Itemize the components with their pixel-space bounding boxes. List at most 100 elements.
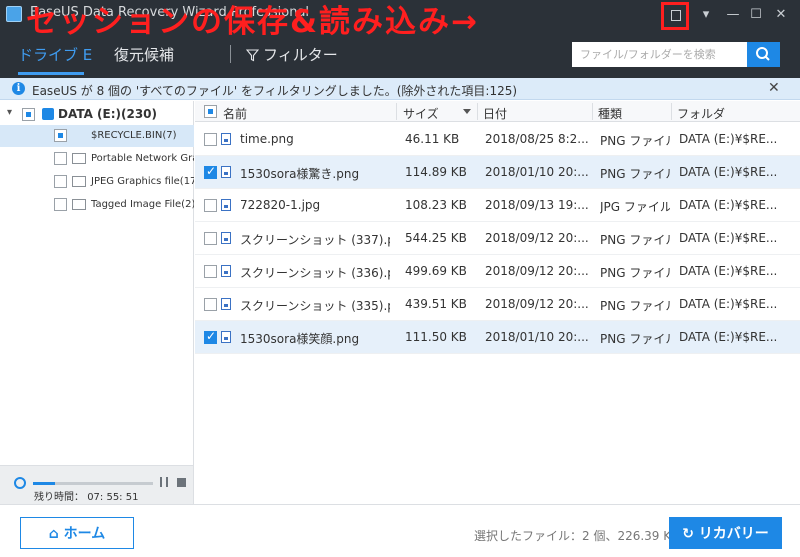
stop-icon[interactable] <box>177 478 186 487</box>
table-row[interactable]: 722820-1.jpg 108.23 KB 2018/09/13 19:... JP… <box>195 189 800 222</box>
tree-item-label: $RECYCLE.BIN(7) <box>91 130 177 141</box>
tree-item-label: Tagged Image File(2) <box>91 199 194 210</box>
row-checkbox[interactable] <box>204 133 217 146</box>
filter-button[interactable]: フィルター <box>245 44 338 65</box>
image-file-icon <box>221 265 231 277</box>
file-name: 722820-1.jpg <box>240 198 321 212</box>
column-header-type[interactable]: 種類 <box>598 105 622 122</box>
column-header-folder[interactable]: フォルダ <box>677 105 725 122</box>
recover-button[interactable]: ↻ リカバリー <box>669 517 782 549</box>
file-type: PNG ファイル <box>600 299 670 313</box>
file-size: 114.89 KB <box>405 165 467 179</box>
folder-icon <box>72 199 86 210</box>
table-row[interactable]: スクリーンショット (336).png 499.69 KB 2018/09/12 2… <box>195 255 800 288</box>
file-name: 1530sora様驚き.png <box>240 167 360 181</box>
file-folder: DATA (E:)¥$RE... <box>679 132 778 146</box>
table-row[interactable]: スクリーンショット (335).png 439.51 KB 2018/09/12 2… <box>195 288 800 321</box>
tree-root-checkbox[interactable] <box>22 108 35 121</box>
search-button[interactable] <box>747 42 780 67</box>
file-folder: DATA (E:)¥$RE... <box>679 264 778 278</box>
table-row[interactable]: スクリーンショット (337).png 544.25 KB 2018/09/12 2… <box>195 222 800 255</box>
file-size: 111.50 KB <box>405 330 467 344</box>
remaining-time: 残り時間： 07: 55: 51 <box>34 488 138 503</box>
column-divider <box>671 103 672 120</box>
file-folder: DATA (E:)¥$RE... <box>679 330 778 344</box>
recover-icon: ↻ <box>682 526 699 542</box>
file-date: 2018/09/12 20:... <box>485 297 589 311</box>
tree-item-jpeg[interactable]: JPEG Graphics file(176) <box>0 171 194 193</box>
tree-item-checkbox[interactable] <box>54 198 67 211</box>
column-header-date[interactable]: 日付 <box>483 105 507 122</box>
file-name: スクリーンショット (337).png <box>240 233 390 247</box>
scan-status-icon <box>14 477 26 489</box>
file-name: スクリーンショット (336).png <box>240 266 390 280</box>
tree-item-label: Portable Network Graph <box>91 153 194 164</box>
file-size: 46.11 KB <box>405 132 460 146</box>
search-input[interactable] <box>572 42 747 67</box>
table-row[interactable]: time.png 46.11 KB 2018/08/25 8:2... PNG ファイ… <box>195 123 800 156</box>
row-checkbox[interactable] <box>204 232 217 245</box>
file-size: 544.25 KB <box>405 231 467 245</box>
file-date: 2018/09/12 20:... <box>485 231 589 245</box>
column-divider <box>396 103 397 120</box>
tab-recovery-candidates[interactable]: 復元候補 <box>114 44 174 65</box>
row-checkbox[interactable] <box>204 199 217 212</box>
file-date: 2018/08/25 8:2... <box>485 132 589 146</box>
scan-progress-bar <box>33 482 153 485</box>
table-row[interactable]: 1530sora様笑顔.png 111.50 KB 2018/01/10 20:..… <box>195 321 800 354</box>
file-folder: DATA (E:)¥$RE... <box>679 165 778 179</box>
column-header-size[interactable]: サイズ <box>403 105 439 122</box>
dropdown-menu-icon[interactable]: ▾ <box>695 4 717 26</box>
maximize-button[interactable]: ☐ <box>745 4 767 26</box>
infobar-close-icon[interactable]: ✕ <box>768 80 780 96</box>
scan-progress-panel: 残り時間： 07: 55: 51 <box>0 465 194 504</box>
row-checkbox[interactable] <box>204 298 217 311</box>
tree-item-checkbox[interactable] <box>54 175 67 188</box>
tree-item-tiff[interactable]: Tagged Image File(2) <box>0 194 194 216</box>
expand-chevron-icon[interactable]: ▾ <box>7 107 12 118</box>
file-name: 1530sora様笑顔.png <box>240 332 360 346</box>
close-button[interactable]: ✕ <box>770 4 792 26</box>
row-checkbox[interactable] <box>204 164 217 179</box>
file-type: JPG ファイル <box>600 200 670 214</box>
session-save-load-icon[interactable] <box>671 10 681 21</box>
file-date: 2018/09/13 19:... <box>485 198 589 212</box>
app-logo-icon <box>6 6 22 22</box>
tree-root-label: DATA (E:)(230) <box>58 107 158 121</box>
row-checkbox[interactable] <box>204 265 217 278</box>
tree-item-checkbox[interactable] <box>54 129 67 142</box>
image-file-icon <box>221 298 231 310</box>
filter-info-text: EaseUS が 8 個の 'すべてのファイル' をフィルタリングしました。(除… <box>32 84 518 98</box>
tree-item-png[interactable]: Portable Network Graph <box>0 148 194 170</box>
active-tab-indicator <box>18 72 84 75</box>
file-date: 2018/09/12 20:... <box>485 264 589 278</box>
filter-label: フィルター <box>263 46 338 64</box>
sort-descending-icon <box>463 109 471 114</box>
minimize-button[interactable]: — <box>722 4 744 26</box>
selected-files-summary: 選択したファイル：2 個、226.39 KB <box>474 529 680 543</box>
image-file-icon <box>221 232 231 244</box>
tree-root-drive[interactable]: ▾ DATA (E:)(230) <box>0 104 194 126</box>
file-folder: DATA (E:)¥$RE... <box>679 297 778 311</box>
file-size: 499.69 KB <box>405 264 467 278</box>
scan-progress-fill <box>33 482 55 485</box>
table-row[interactable]: 1530sora様驚き.png 114.89 KB 2018/01/10 20:..… <box>195 156 800 189</box>
pause-icon[interactable] <box>160 477 168 487</box>
column-header-name[interactable]: 名前 <box>223 105 247 122</box>
home-button-label: ホーム <box>63 526 106 542</box>
info-icon: i <box>12 82 25 95</box>
recover-button-label: リカバリー <box>698 526 769 542</box>
tree-item-checkbox[interactable] <box>54 152 67 165</box>
home-button[interactable]: ⌂ ホーム <box>20 517 134 549</box>
file-type: PNG ファイル <box>600 266 670 280</box>
tab-drive-e[interactable]: ドライブ E <box>18 44 92 65</box>
row-checkbox[interactable] <box>204 329 217 344</box>
tree-item-recycle-bin[interactable]: $RECYCLE.BIN(7) <box>0 125 194 147</box>
tree-item-label: JPEG Graphics file(176) <box>91 176 194 187</box>
file-date: 2018/01/10 20:... <box>485 165 589 179</box>
remaining-time-label: 残り時間： <box>34 492 84 503</box>
file-folder: DATA (E:)¥$RE... <box>679 198 778 212</box>
select-all-checkbox[interactable] <box>204 105 217 118</box>
file-name: スクリーンショット (335).png <box>240 299 390 313</box>
nav-divider <box>230 45 231 63</box>
